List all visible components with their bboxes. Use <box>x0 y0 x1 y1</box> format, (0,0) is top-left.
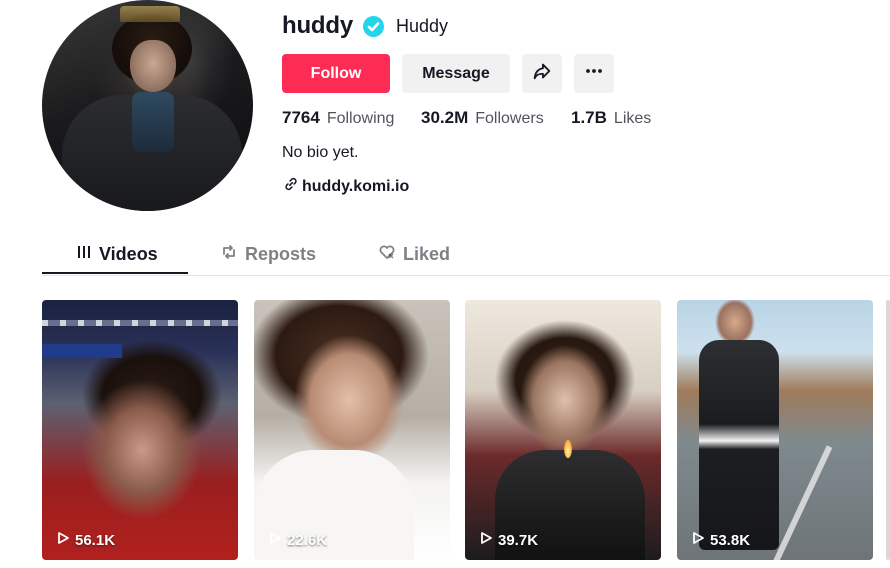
avatar-crown <box>120 6 180 22</box>
profile-link-text: huddy.komi.io <box>302 177 410 195</box>
video-thumbnail-partial[interactable] <box>886 300 890 560</box>
tab-videos-label: Videos <box>99 243 158 264</box>
message-button[interactable]: Message <box>402 54 510 93</box>
active-tab-indicator <box>42 272 188 274</box>
likes-stat: 1.7B Likes <box>571 108 651 128</box>
avatar-face <box>130 40 176 92</box>
video-thumbnail[interactable]: 22.6K <box>254 300 450 560</box>
play-icon <box>691 531 705 549</box>
more-options-button[interactable] <box>574 54 614 93</box>
followers-label: Followers <box>475 110 544 127</box>
tab-reposts-label: Reposts <box>245 243 317 264</box>
share-icon <box>531 60 553 87</box>
profile-username: huddy <box>282 12 353 39</box>
video-thumbnail[interactable]: 53.8K <box>677 300 873 560</box>
video-thumbnail[interactable]: 39.7K <box>465 300 661 560</box>
person <box>699 340 779 550</box>
followers-stat[interactable]: 30.2M Followers <box>421 108 544 128</box>
tab-videos[interactable]: Videos <box>76 234 158 274</box>
grid-icon <box>76 244 92 265</box>
profile-nickname: Huddy <box>396 16 449 36</box>
stadium-lights <box>42 320 238 326</box>
profile-avatar <box>42 0 253 211</box>
profile-bio: No bio yet. <box>282 144 359 161</box>
video-views: 39.7K <box>479 531 538 549</box>
tab-liked[interactable]: Liked <box>378 234 450 274</box>
more-icon <box>584 61 604 86</box>
video-views-count: 39.7K <box>498 531 539 549</box>
play-icon <box>56 531 70 549</box>
link-icon <box>284 177 298 196</box>
tab-liked-label: Liked <box>403 243 451 264</box>
profile-link[interactable]: huddy.komi.io <box>284 177 409 196</box>
following-count: 7764 <box>282 108 320 127</box>
profile-tabs: Videos Reposts Liked <box>42 234 890 276</box>
repost-icon <box>220 243 238 266</box>
likes-label: Likes <box>613 110 652 127</box>
video-views-count: 53.8K <box>710 531 751 549</box>
share-button[interactable] <box>522 54 562 93</box>
tab-reposts[interactable]: Reposts <box>220 234 316 274</box>
verified-badge-icon <box>363 16 384 37</box>
following-stat[interactable]: 7764 Following <box>282 108 394 128</box>
following-label: Following <box>326 110 395 127</box>
lighter-flame <box>564 440 572 458</box>
play-icon <box>479 531 493 549</box>
play-icon <box>268 531 282 549</box>
followers-count: 30.2M <box>421 108 469 127</box>
video-thumbnail[interactable]: 56.1K <box>42 300 238 560</box>
video-views: 53.8K <box>691 531 750 549</box>
likes-count: 1.7B <box>571 108 607 127</box>
stadium-banner <box>42 344 122 358</box>
heart-icon <box>378 243 396 266</box>
video-views: 56.1K <box>56 531 115 549</box>
video-views-count: 56.1K <box>75 531 116 549</box>
follow-button[interactable]: Follow <box>282 54 390 93</box>
video-views: 22.6K <box>268 531 327 549</box>
video-views-count: 22.6K <box>287 531 328 549</box>
avatar-shirt <box>132 92 174 152</box>
